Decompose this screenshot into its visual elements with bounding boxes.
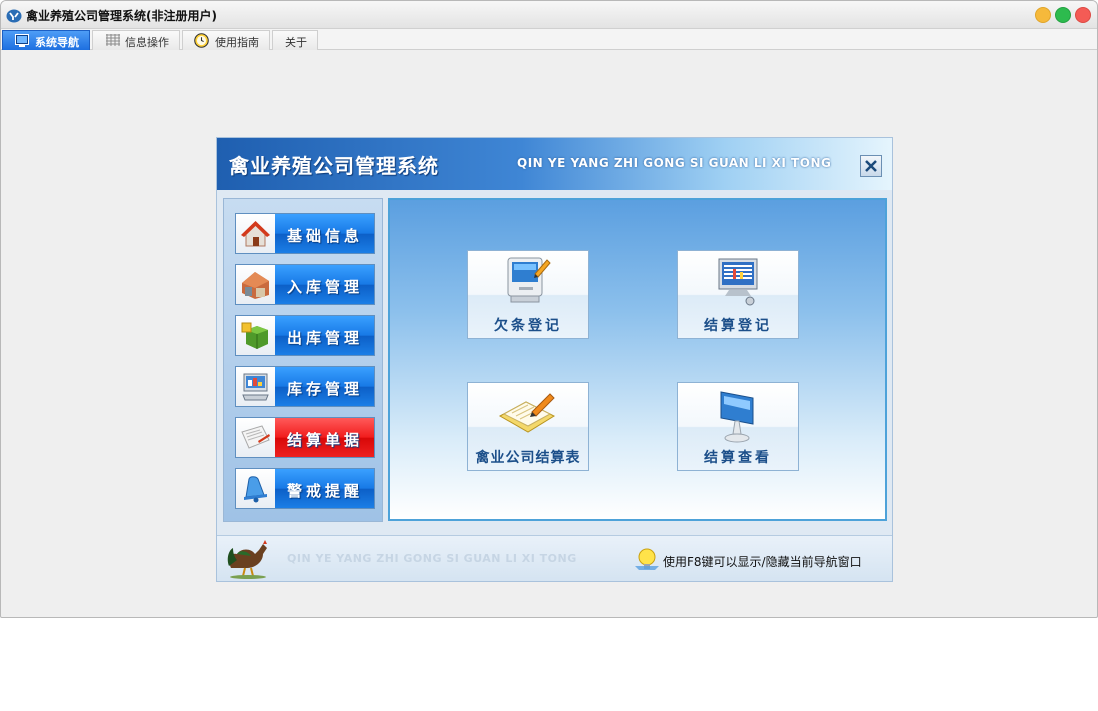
sidebar-item-settlement-docs[interactable]: 结算单据 — [235, 417, 375, 458]
nav-label-holder: 警戒提醒 — [275, 469, 374, 508]
tab-system-navigation[interactable]: 系统导航 — [2, 30, 90, 50]
nav-label-holder: 基础信息 — [275, 214, 374, 253]
tab-label: 使用指南 — [215, 36, 259, 49]
func-button-label: 结算查看 — [704, 450, 772, 466]
sidebar-item-label: 入库管理 — [286, 278, 363, 296]
box-icon — [241, 322, 268, 349]
tab-user-guide[interactable]: 使用指南 — [182, 30, 270, 50]
house-icon — [241, 221, 270, 247]
func-button-label: 欠条登记 — [494, 318, 562, 334]
sidebar-item-label: 结算单据 — [286, 431, 363, 449]
footer-watermark: QIN YE YANG ZHI GONG SI GUAN LI XI TONG — [287, 552, 577, 565]
function-area: 欠条登记 结算登记 禽业公司结算表 结算查看 — [388, 198, 887, 521]
rooster-icon — [227, 540, 267, 579]
app-window: 禽业养殖公司管理系统(非注册用户) 系统导航 信息操作 使用指南 关于 禽业养殖… — [0, 0, 1098, 618]
settlement-view-button[interactable]: 结算查看 — [677, 382, 799, 471]
sidebar-item-inventory[interactable]: 库存管理 — [235, 366, 375, 407]
company-settlement-table-button[interactable]: 禽业公司结算表 — [467, 382, 589, 471]
warehouse-icon — [242, 272, 269, 299]
sidebar: 基础信息 入库管理 出库管理 库存管理 结算单据 警戒提醒 — [223, 198, 383, 522]
func-button-label: 禽业公司结算表 — [475, 450, 581, 466]
minimize-button[interactable] — [1035, 7, 1051, 23]
panel-title: 禽业养殖公司管理系统 — [229, 154, 439, 178]
panel-header: 禽业养殖公司管理系统 QIN YE YANG ZHI GONG SI GUAN … — [217, 138, 892, 190]
tab-label: 关于 — [285, 36, 307, 49]
sidebar-item-inbound[interactable]: 入库管理 — [235, 264, 375, 305]
monitor-icon — [15, 34, 29, 47]
nav-icon-holder — [236, 469, 275, 508]
sidebar-item-alert-reminder[interactable]: 警戒提醒 — [235, 468, 375, 509]
tab-about[interactable]: 关于 — [272, 30, 318, 50]
nav-icon-holder — [236, 316, 275, 355]
nav-icon-holder — [236, 214, 275, 253]
debt-register-button[interactable]: 欠条登记 — [467, 250, 589, 339]
hint-text: 使用F8键可以显示/隐藏当前导航窗口 — [663, 555, 862, 569]
notebook-pencil-icon — [498, 393, 556, 433]
nav-label-holder: 出库管理 — [275, 316, 374, 355]
sidebar-item-label: 基础信息 — [286, 227, 363, 245]
sidebar-item-label: 警戒提醒 — [286, 482, 363, 500]
panel-subtitle: QIN YE YANG ZHI GONG SI GUAN LI XI TONG — [517, 156, 832, 170]
nav-label-holder: 库存管理 — [275, 367, 374, 406]
document-icon — [241, 425, 270, 449]
sidebar-item-label: 出库管理 — [286, 329, 363, 347]
window-title: 禽业养殖公司管理系统(非注册用户) — [26, 9, 217, 23]
nav-icon-holder — [236, 367, 275, 406]
panel-close-button[interactable] — [860, 155, 882, 177]
nav-label-holder: 入库管理 — [275, 265, 374, 304]
sidebar-item-outbound[interactable]: 出库管理 — [235, 315, 375, 356]
tab-bar: 系统导航 信息操作 使用指南 关于 — [1, 29, 1097, 50]
panel-footer: QIN YE YANG ZHI GONG SI GUAN LI XI TONG … — [217, 535, 892, 581]
grid-icon — [106, 34, 120, 46]
app-logo-icon — [6, 9, 22, 23]
mac-computer-icon — [507, 257, 551, 303]
nav-icon-holder — [236, 265, 275, 304]
computer-icon — [242, 373, 269, 401]
bell-icon — [244, 476, 267, 503]
tab-info-operation[interactable]: 信息操作 — [92, 30, 180, 50]
tab-label: 信息操作 — [125, 36, 169, 49]
monitor-chart-icon — [718, 258, 758, 306]
maximize-button[interactable] — [1055, 7, 1071, 23]
close-icon — [865, 160, 877, 172]
flat-monitor-icon — [720, 391, 754, 443]
navigation-panel: 禽业养殖公司管理系统 QIN YE YANG ZHI GONG SI GUAN … — [216, 137, 893, 582]
tab-label: 系统导航 — [35, 36, 79, 49]
sidebar-item-label: 库存管理 — [286, 380, 363, 398]
title-bar: 禽业养殖公司管理系统(非注册用户) — [1, 1, 1097, 29]
settlement-register-button[interactable]: 结算登记 — [677, 250, 799, 339]
close-window-button[interactable] — [1075, 7, 1091, 23]
sidebar-item-basic-info[interactable]: 基础信息 — [235, 213, 375, 254]
func-button-label: 结算登记 — [704, 318, 772, 334]
clock-icon — [194, 33, 209, 48]
nav-label-holder: 结算单据 — [275, 418, 374, 457]
nav-icon-holder — [236, 418, 275, 457]
lightbulb-icon — [635, 548, 659, 570]
